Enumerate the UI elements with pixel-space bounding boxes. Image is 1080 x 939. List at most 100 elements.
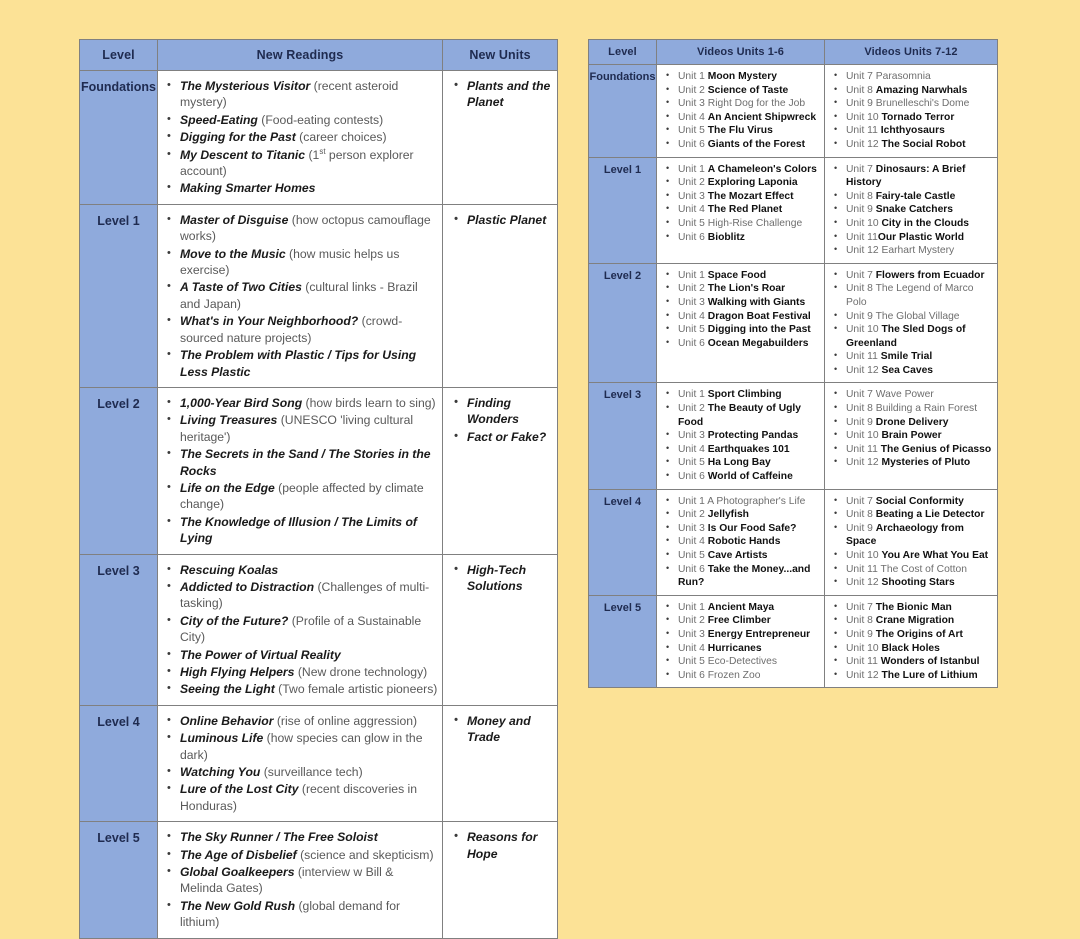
- table-row: Foundations The Mysterious Visitor (recen…: [79, 70, 558, 205]
- video-item: Unit 7 Parasomnia: [834, 69, 994, 84]
- video-title: Snake Catchers: [875, 204, 954, 216]
- reading-title: Making Smarter Homes: [180, 181, 316, 196]
- readings-level-cell: Level 2: [79, 386, 158, 555]
- video-title: Our Plastic World: [877, 231, 965, 243]
- video-item: Unit 6 Bioblitz: [666, 230, 821, 245]
- readings-units-cell: Money and Trade: [442, 704, 558, 823]
- video-item: Unit 3 Right Dog for the Job: [666, 96, 821, 111]
- video-item: Unit 11Our Plastic World: [834, 230, 994, 245]
- video-item: Unit 4 Dragon Boat Festival: [666, 309, 821, 324]
- video-title: Wave Power: [875, 389, 934, 401]
- reading-item: Speed-Eating (Food-eating contests): [167, 111, 438, 128]
- readings-list-cell: Rescuing KoalasAddicted to Distraction (…: [157, 553, 443, 706]
- reading-title: Seeing the Light: [180, 682, 275, 697]
- readings-level-cell: Foundations: [79, 70, 158, 205]
- table-row: Level 2Unit 1 Space FoodUnit 2 The Lion'…: [588, 262, 998, 384]
- table-row: Level 3Unit 1 Sport ClimbingUnit 2 The B…: [588, 382, 998, 490]
- video-item: Unit 12 The Lure of Lithium: [834, 668, 994, 683]
- video-item: Unit 7 Flowers from Ecuador: [834, 268, 994, 283]
- video-title: A Chameleon's Colors: [707, 163, 817, 175]
- video-item: Unit 6 World of Caffeine: [666, 469, 821, 484]
- video-item: Unit 9 Drone Delivery: [834, 415, 994, 430]
- video-item: Unit 2 The Lion's Roar: [666, 281, 821, 296]
- video-item: Unit 10 City in the Clouds: [834, 216, 994, 231]
- readings-units-cell: Finding WondersFact or Fake?: [442, 386, 558, 555]
- reading-item: Making Smarter Homes: [167, 179, 438, 196]
- video-title: Fairy-tale Castle: [875, 190, 956, 202]
- video-item: Unit 10 Black Holes: [834, 641, 994, 656]
- video-title: The Lion's Roar: [707, 283, 786, 295]
- video-title: A Photographer's Life: [707, 495, 806, 507]
- reading-title: The Power of Virtual Reality: [180, 647, 341, 662]
- videos-units-1-6-cell: Unit 1 Moon MysteryUnit 2 Science of Tas…: [656, 64, 825, 158]
- reading-item: Online Behavior (rise of online aggressi…: [167, 712, 438, 729]
- video-item: Unit 5 Digging into the Past: [666, 322, 821, 337]
- video-title: Dragon Boat Festival: [707, 310, 811, 322]
- readings-list-cell: Online Behavior (rise of online aggressi…: [157, 704, 443, 823]
- video-title: Smile Trial: [880, 351, 933, 363]
- readings-header-new-readings: New Readings: [157, 39, 443, 71]
- reading-title: The Mysterious Visitor: [180, 79, 311, 93]
- reading-item: Luminous Life (how species can glow in t…: [167, 729, 438, 763]
- table-row: Level 5 The Sky Runner / The Free Soloist…: [79, 821, 558, 939]
- reading-item: Lure of the Lost City (recent discoverie…: [167, 780, 438, 814]
- video-title: Science of Taste: [707, 84, 789, 96]
- video-item: Unit 1 Sport Climbing: [666, 387, 821, 402]
- videos-units-1-6-cell: Unit 1 A Chameleon's ColorsUnit 2 Explor…: [656, 156, 825, 264]
- reading-item: The Knowledge of Illusion / The Limits o…: [167, 513, 438, 547]
- video-item: Unit 12 Shooting Stars: [834, 575, 994, 590]
- reading-title: The Sky Runner / The Free Soloist: [180, 830, 378, 845]
- new-unit-item: Money and Trade: [454, 712, 553, 746]
- reading-title: A Taste of Two Cities: [180, 280, 302, 295]
- table-row: Level 2 1,000-Year Bird Song (how birds l…: [79, 386, 558, 555]
- table-row: Level 1Unit 1 A Chameleon's ColorsUnit 2…: [588, 156, 998, 264]
- video-item: Unit 2 The Beauty of Ugly Food: [666, 401, 821, 429]
- readings-level-cell: Level 5: [79, 821, 158, 939]
- new-unit-item: Fact or Fake?: [454, 428, 553, 445]
- videos-units-1-6-cell: Unit 1 A Photographer's LifeUnit 2 Jelly…: [656, 488, 825, 596]
- video-title: The Red Planet: [707, 204, 783, 216]
- readings-list-cell: Master of Disguise (how octopus camoufla…: [157, 203, 443, 388]
- video-item: Unit 5 Cave Artists: [666, 548, 821, 563]
- readings-list-cell: The Mysterious Visitor (recent asteroid …: [157, 70, 443, 205]
- video-item: Unit 8 Crane Migration: [834, 613, 994, 628]
- video-item: Unit 2 Free Climber: [666, 613, 821, 628]
- reading-title: Speed-Eating: [180, 112, 258, 127]
- reading-item: The Sky Runner / The Free Soloist: [167, 828, 438, 845]
- video-title: Crane Migration: [875, 615, 955, 627]
- video-item: Unit 5 High-Rise Challenge: [666, 216, 821, 231]
- reading-title: Move to the Music: [180, 246, 286, 261]
- video-item: Unit 7 Wave Power: [834, 387, 994, 402]
- reading-item: The Age of Disbelief (science and skepti…: [167, 846, 438, 863]
- video-title: High-Rise Challenge: [707, 217, 803, 229]
- reading-item: Watching You (surveillance tech): [167, 763, 438, 780]
- video-title: Shooting Stars: [881, 577, 955, 589]
- videos-units-7-12-cell: Unit 7 Dinosaurs: A Brief HistoryUnit 8 …: [824, 156, 998, 264]
- slide-canvas: Level New Readings New Units Foundations…: [0, 0, 1080, 939]
- reading-title: Global Goalkeepers: [180, 865, 295, 880]
- video-item: Unit 12 Sea Caves: [834, 363, 994, 378]
- video-item: Unit 11 Smile Trial: [834, 349, 994, 364]
- video-title: Black Holes: [881, 642, 940, 654]
- reading-title: Online Behavior: [180, 713, 274, 728]
- video-item: Unit 1 Space Food: [666, 268, 821, 283]
- table-row: Level 4 Online Behavior (rise of online a…: [79, 704, 558, 823]
- video-item: Unit 7 Dinosaurs: A Brief History: [834, 162, 994, 190]
- reading-item: The Secrets in the Sand / The Stories in…: [167, 445, 438, 479]
- table-row: Level 1 Master of Disguise (how octopus c…: [79, 203, 558, 388]
- videos-units-7-12-cell: Unit 7 Wave PowerUnit 8 Building a Rain …: [824, 382, 998, 490]
- readings-units-cell: Reasons for Hope: [442, 821, 558, 939]
- video-item: Unit 5 The Flu Virus: [666, 123, 821, 138]
- video-title: Cave Artists: [707, 550, 768, 561]
- video-item: Unit 3 Is Our Food Safe?: [666, 521, 821, 536]
- video-item: Unit 11 Wonders of Istanbul: [834, 654, 994, 669]
- video-item: Unit 8 The Legend of Marco Polo: [834, 281, 994, 309]
- video-item: Unit 1 Moon Mystery: [666, 69, 821, 84]
- reading-title: Watching You: [180, 765, 261, 780]
- videos-units-7-12-cell: Unit 7 Flowers from EcuadorUnit 8 The Le…: [824, 262, 998, 384]
- video-title: The Sled Dogs of Greenland: [846, 324, 966, 349]
- reading-item: Master of Disguise (how octopus camoufla…: [167, 211, 438, 245]
- readings-units-cell: Plastic Planet: [442, 203, 558, 388]
- reading-item: 1,000-Year Bird Song (how birds learn to…: [167, 394, 438, 411]
- video-item: Unit 11 The Cost of Cotton: [834, 562, 994, 577]
